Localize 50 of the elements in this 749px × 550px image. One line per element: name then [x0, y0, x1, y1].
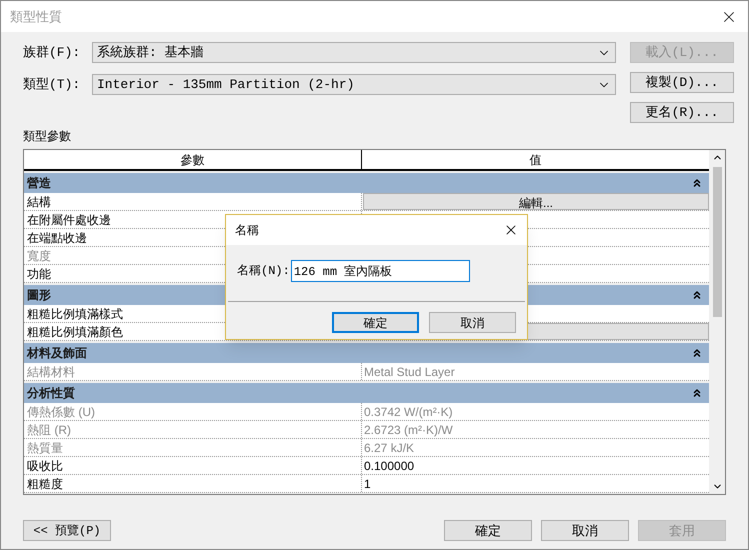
section-title: 分析性質: [27, 385, 75, 402]
parameter-name: 粗糙度: [27, 476, 63, 492]
collapse-icon[interactable]: [691, 289, 703, 301]
parameter-name: 熱阻 (R): [27, 422, 71, 438]
value-button[interactable]: 編輯...: [363, 193, 709, 210]
collapse-icon[interactable]: [691, 347, 703, 359]
dialog-button[interactable]: 確定: [444, 520, 532, 541]
parameter-name: 傳熱係數 (U): [27, 404, 95, 420]
column-header: 值: [528, 152, 542, 168]
field-label: 族群(F):: [23, 44, 82, 62]
preview-button[interactable]: << 預覽(P): [23, 520, 111, 541]
dialog-button[interactable]: 更名(R)...: [630, 102, 734, 123]
collapse-icon[interactable]: [691, 177, 703, 189]
parameter-value: Metal Stud Layer: [363, 364, 455, 380]
dialog-button[interactable]: 取消: [429, 312, 516, 333]
parameter-name: 粗糙比例填滿顏色: [27, 324, 123, 340]
parameter-value: 0.100000: [363, 458, 414, 474]
field-label: 名稱(N):: [237, 263, 290, 280]
column-header: 參數: [24, 150, 362, 169]
parameter-name: 在端點收邊: [27, 230, 87, 246]
field-label: 類型(T):: [23, 76, 82, 94]
parameter-name: 吸收比: [27, 458, 63, 474]
dropdown[interactable]: Interior - 135mm Partition (2-hr): [92, 74, 616, 95]
scroll-thumb[interactable]: [712, 167, 722, 317]
parameter-name: 寬度: [27, 248, 51, 264]
collapse-icon[interactable]: [691, 387, 703, 399]
dropdown[interactable]: 系統族群: 基本牆: [92, 42, 616, 63]
dialog-button[interactable]: 取消: [541, 520, 629, 541]
parameter-name: 功能: [27, 266, 51, 282]
dialog-title: 名稱: [235, 222, 259, 239]
name-field[interactable]: 126 mm 室內隔板: [290, 260, 470, 282]
parameter-value: 0.3742 W/(m²·K): [363, 404, 453, 420]
section-title: 材料及飾面: [27, 345, 87, 362]
section-header[interactable]: 營造: [24, 173, 709, 193]
parameter-name: 粗糙比例填滿樣式: [27, 306, 123, 322]
section-title: 圖形: [27, 287, 51, 304]
parameter-value: 6.27 kJ/K: [363, 440, 414, 456]
dialog-button[interactable]: 複製(D)...: [630, 72, 734, 93]
parameter-value: 2.6723 (m²·K)/W: [363, 422, 453, 438]
section-header[interactable]: 分析性質: [24, 383, 709, 403]
section-header[interactable]: 材料及飾面: [24, 343, 709, 363]
dialog-button[interactable]: 確定: [332, 312, 419, 333]
parameter-name: 熱質量: [27, 440, 63, 456]
parameter-value: 1: [363, 476, 371, 492]
section-label: 類型參數: [23, 128, 72, 145]
parameter-name: 在附屬件處收邊: [27, 212, 111, 228]
parameter-name: 結構材料: [27, 364, 75, 380]
parameter-name: 結構: [27, 194, 51, 210]
window-title: 類型性質: [10, 8, 62, 26]
section-title: 營造: [27, 175, 51, 192]
